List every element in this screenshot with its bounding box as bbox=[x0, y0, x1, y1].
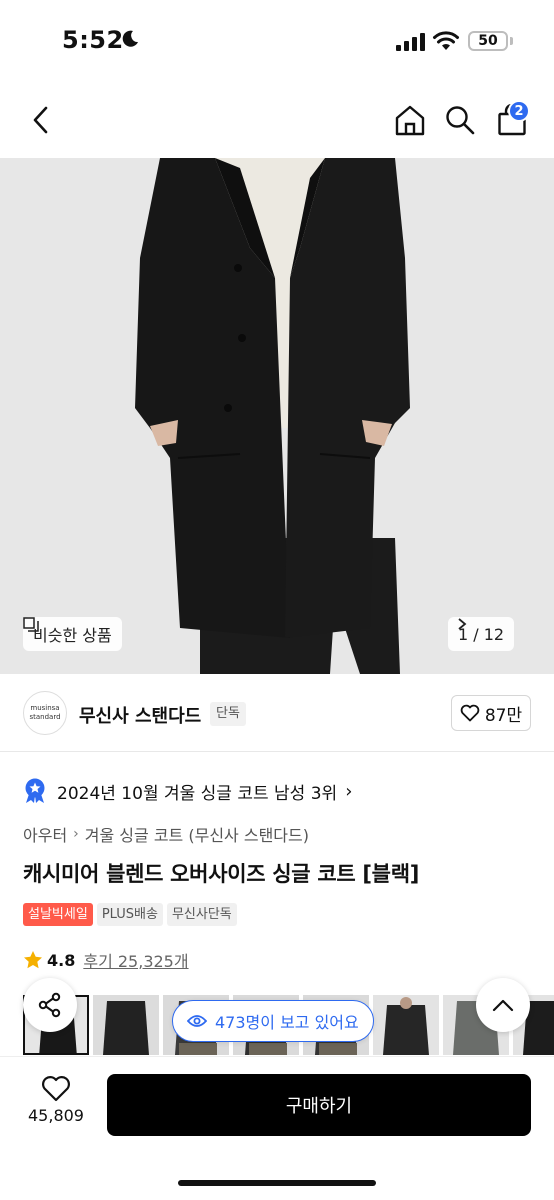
heart-icon bbox=[460, 704, 480, 722]
sale-tag: 설날빅세일 bbox=[23, 903, 93, 926]
share-icon bbox=[38, 992, 61, 1018]
ranking-link[interactable]: 2024년 10월 겨울 싱글 코트 남성 3위 › bbox=[23, 776, 352, 806]
bottom-action-bar: 45,809 구매하기 bbox=[0, 1056, 554, 1200]
heart-icon bbox=[42, 1076, 70, 1102]
top-nav bbox=[0, 82, 554, 158]
review-count-link[interactable]: 후기 25,325개 bbox=[83, 948, 188, 972]
breadcrumb: 아우터 › 겨울 싱글 코트 (무신사 스탠다드) bbox=[23, 822, 309, 846]
exclusive-badge: 단독 bbox=[210, 702, 246, 726]
image-page-indicator[interactable]: 1 / 12 bbox=[448, 617, 515, 651]
brand-like-count: 87만 bbox=[484, 705, 523, 726]
star-icon bbox=[24, 951, 42, 969]
search-button[interactable] bbox=[442, 100, 478, 140]
cart-count-badge: 2 bbox=[508, 100, 530, 122]
live-viewers-text: 473명이 보고 있어요 bbox=[215, 1013, 359, 1032]
moon-icon bbox=[122, 30, 138, 47]
battery-icon: 50 bbox=[468, 31, 508, 51]
delivery-tag: PLUS배송 bbox=[96, 903, 163, 926]
similar-products-button[interactable]: 비슷한 상품 bbox=[23, 617, 122, 651]
battery-tip bbox=[510, 37, 513, 45]
buy-button[interactable]: 구매하기 bbox=[107, 1074, 531, 1136]
rating-row: 4.8 후기 25,325개 bbox=[23, 948, 189, 972]
thumbnail-image bbox=[373, 995, 439, 1055]
home-icon bbox=[395, 105, 425, 136]
ranking-medal-icon bbox=[25, 778, 45, 803]
similar-items-icon bbox=[23, 617, 39, 632]
chevron-right-icon bbox=[458, 618, 467, 630]
search-icon bbox=[446, 106, 475, 135]
signal-icon bbox=[396, 33, 425, 51]
status-time: 5:52 bbox=[62, 26, 124, 54]
eye-icon bbox=[187, 1015, 207, 1027]
brand-row: musinsa standard 무신사 스탠다드 단독 87만 bbox=[0, 674, 554, 752]
product-tags: 설날빅세일 PLUS배송 무신사단독 bbox=[23, 903, 237, 926]
exclusive-tag: 무신사단독 bbox=[166, 903, 237, 926]
battery-level: 50 bbox=[478, 33, 498, 49]
thumbnail-image bbox=[93, 995, 159, 1055]
wishlist-count: 45,809 bbox=[28, 1106, 84, 1125]
brand-name[interactable]: 무신사 스탠다드 bbox=[79, 702, 201, 728]
product-page: 5:52 50 2 비슷한 상품 1 / 12 musinsa standard… bbox=[0, 0, 554, 1200]
scroll-to-top-button[interactable] bbox=[476, 978, 530, 1032]
ranking-text: 2024년 10월 겨울 싱글 코트 남성 3위 bbox=[57, 783, 338, 804]
product-title: 캐시미어 블렌드 오버사이즈 싱글 코트 [블랙] bbox=[23, 862, 420, 886]
wishlist-button[interactable]: 45,809 bbox=[23, 1075, 89, 1135]
brand-logo[interactable]: musinsa standard bbox=[23, 691, 67, 735]
thumbnail-2[interactable] bbox=[93, 995, 159, 1055]
breadcrumb-subcategory[interactable]: 겨울 싱글 코트 (무신사 스탠다드) bbox=[85, 822, 309, 846]
home-indicator bbox=[178, 1180, 376, 1186]
back-button[interactable] bbox=[24, 100, 58, 140]
coat-model-illustration bbox=[0, 158, 554, 674]
brand-logo-line2: standard bbox=[29, 713, 61, 721]
home-button[interactable] bbox=[392, 100, 428, 140]
brand-like-button[interactable]: 87만 bbox=[451, 695, 531, 731]
wifi-icon bbox=[433, 31, 459, 50]
live-viewers-badge: 473명이 보고 있어요 bbox=[172, 1000, 374, 1042]
thumbnail-6[interactable] bbox=[373, 995, 439, 1055]
product-image[interactable]: 비슷한 상품 1 / 12 bbox=[0, 158, 554, 674]
breadcrumb-category[interactable]: 아우터 bbox=[23, 822, 67, 846]
brand-logo-line1: musinsa bbox=[30, 704, 60, 712]
similar-products-label: 비슷한 상품 bbox=[33, 626, 112, 645]
breadcrumb-separator-icon: › bbox=[73, 826, 79, 842]
chevron-left-icon bbox=[33, 106, 48, 134]
status-bar: 5:52 50 bbox=[0, 0, 554, 82]
share-button[interactable] bbox=[23, 978, 77, 1032]
chevron-up-icon bbox=[492, 999, 514, 1012]
rating-score: 4.8 bbox=[47, 950, 76, 970]
chevron-right-icon: › bbox=[345, 780, 353, 802]
